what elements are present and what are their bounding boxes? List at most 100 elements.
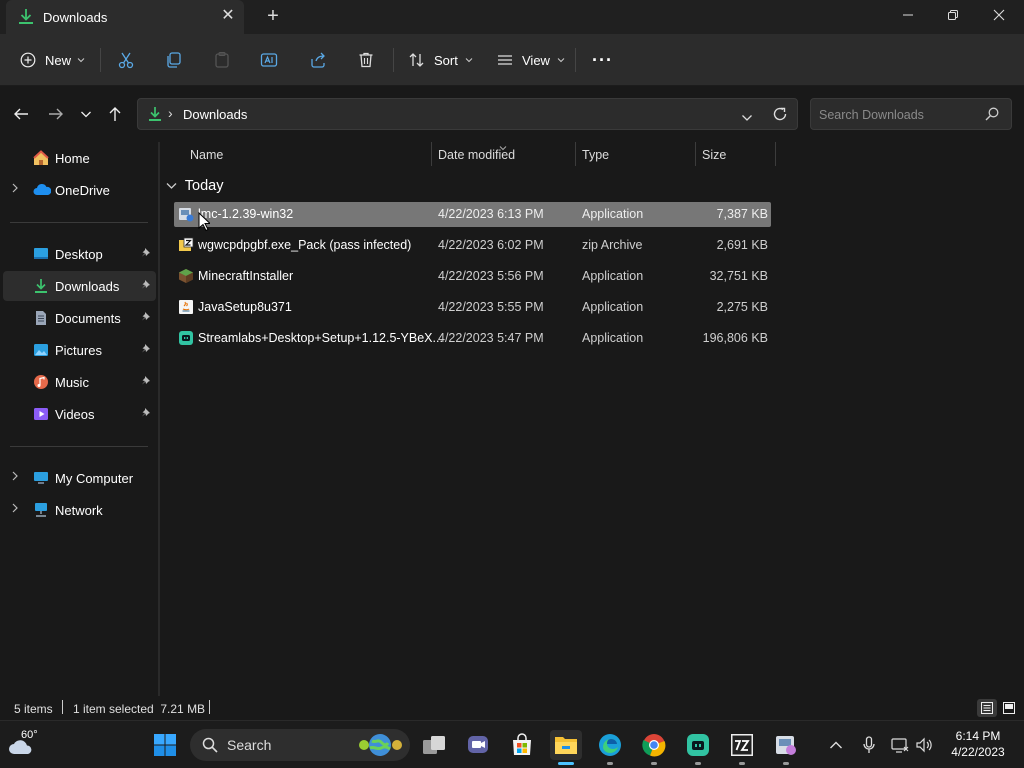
column-divider[interactable] (431, 142, 432, 166)
sidebar-item-desktop[interactable]: Desktop (3, 239, 156, 269)
pin-icon[interactable] (141, 407, 151, 420)
new-tab-button[interactable]: + (262, 6, 284, 28)
view-icon (498, 55, 512, 65)
chevron-right-icon[interactable] (12, 471, 18, 484)
scissors-icon (118, 52, 134, 69)
cut-button[interactable] (117, 47, 135, 73)
music-icon (33, 374, 49, 390)
search-icon[interactable] (985, 107, 999, 124)
clock-date: 4/22/2023 (951, 745, 1005, 759)
downloads-icon (33, 278, 49, 294)
delete-button[interactable] (357, 47, 375, 73)
installer-taskbar-button[interactable] (770, 730, 802, 765)
address-history-dropdown[interactable] (741, 110, 753, 125)
search-input[interactable] (819, 106, 979, 124)
file-row[interactable]: JavaSetup8u371 4/22/2023 5:55 PM Applica… (174, 295, 771, 320)
column-divider[interactable] (575, 142, 576, 166)
column-divider[interactable] (695, 142, 696, 166)
sidebar-item-documents[interactable]: Documents (3, 303, 156, 333)
column-header-size[interactable]: Size (702, 148, 726, 162)
start-button[interactable] (149, 730, 181, 760)
volume-button[interactable] (912, 730, 938, 760)
search-box[interactable] (810, 98, 1012, 130)
tab-close-icon[interactable]: ✕ (219, 7, 237, 25)
clock[interactable]: 6:14 PM 4/22/2023 (942, 728, 1014, 764)
taskbar-search[interactable]: Search (190, 729, 410, 761)
weather-widget[interactable]: 60° (8, 729, 48, 761)
teams-chat-button[interactable] (462, 730, 494, 760)
file-row[interactable]: MinecraftInstaller 4/22/2023 5:56 PM App… (174, 264, 771, 289)
file-date: 4/22/2023 5:56 PM (438, 269, 544, 283)
task-view-button[interactable] (418, 730, 450, 760)
share-button[interactable] (309, 47, 327, 73)
chevron-down-icon (81, 111, 91, 118)
column-header-type[interactable]: Type (582, 148, 609, 162)
sidebar-item-videos[interactable]: Videos (3, 399, 156, 429)
chrome-button[interactable] (638, 730, 670, 765)
command-bar: New Sort View ··· (0, 34, 1024, 86)
sidebar-item-onedrive[interactable]: OneDrive (3, 175, 156, 205)
new-button[interactable]: New (20, 47, 85, 73)
sidebar-item-pictures[interactable]: Pictures (3, 335, 156, 365)
7zip-button[interactable] (726, 730, 758, 765)
group-label: Today (184, 178, 224, 194)
sidebar-item-music[interactable]: Music (3, 367, 156, 397)
paste-button[interactable] (213, 47, 231, 73)
folder-icon (555, 737, 577, 754)
breadcrumb-downloads[interactable]: Downloads (183, 107, 247, 122)
sidebar-item-my-computer[interactable]: My Computer (3, 463, 156, 493)
running-indicator (739, 762, 745, 765)
pin-icon[interactable] (141, 375, 151, 388)
microphone-button[interactable] (855, 730, 883, 760)
chevron-right-icon[interactable] (12, 503, 18, 516)
edge-button[interactable] (594, 730, 626, 765)
forward-button[interactable] (44, 104, 68, 124)
tab-downloads[interactable]: Downloads ✕ (6, 0, 244, 34)
up-button[interactable] (103, 104, 127, 124)
pin-icon[interactable] (141, 311, 151, 324)
file-row[interactable]: Streamlabs+Desktop+Setup+1.12.5-YBeX... … (174, 326, 771, 351)
running-indicator (783, 762, 789, 765)
sort-button[interactable]: Sort (408, 47, 473, 73)
address-row: › Downloads (0, 86, 1024, 142)
store-icon (513, 733, 531, 755)
details-view-button[interactable] (977, 699, 997, 717)
item-count: 5 items (14, 702, 53, 716)
file-size: 32,751 KB (709, 269, 768, 283)
zip-archive-icon (178, 237, 194, 253)
group-header-today[interactable]: Today (166, 178, 223, 194)
chevron-right-icon[interactable] (12, 183, 18, 196)
column-header-name[interactable]: Name (190, 148, 223, 162)
column-header-date[interactable]: Date modified (438, 148, 515, 162)
restore-button[interactable] (930, 0, 976, 30)
view-button[interactable]: View (497, 47, 565, 73)
sidebar-item-network[interactable]: Network (3, 495, 156, 525)
pin-icon[interactable] (141, 343, 151, 356)
close-window-button[interactable] (976, 0, 1022, 30)
sidebar-item-home[interactable]: Home (3, 143, 156, 173)
show-hidden-icons-button[interactable] (822, 730, 850, 760)
chevron-up-icon (830, 741, 842, 749)
pin-icon[interactable] (141, 279, 151, 292)
desktop-icon (33, 246, 49, 262)
file-explorer-taskbar-button[interactable] (550, 730, 582, 765)
streamlabs-taskbar-button[interactable] (682, 730, 714, 765)
refresh-button[interactable] (772, 106, 788, 125)
file-row[interactable]: lmc-1.2.39-win32 4/22/2023 6:13 PM Appli… (174, 202, 771, 227)
minimize-button[interactable] (885, 0, 931, 30)
recent-locations-button[interactable] (74, 104, 98, 124)
file-name: Streamlabs+Desktop+Setup+1.12.5-YBeX... (198, 331, 443, 345)
pin-icon[interactable] (141, 247, 151, 260)
rename-button[interactable] (260, 47, 278, 73)
network-status-button[interactable] (886, 730, 914, 760)
microsoft-store-button[interactable] (506, 730, 538, 760)
column-divider[interactable] (775, 142, 776, 166)
sidebar-item-downloads[interactable]: Downloads (3, 271, 156, 301)
back-button[interactable] (9, 104, 33, 124)
file-row[interactable]: wgwcpdpgbf.exe_Pack (pass infected) 4/22… (174, 233, 771, 258)
tiles-view-button[interactable] (1000, 699, 1018, 717)
more-options-button[interactable]: ··· (592, 47, 613, 73)
view-label: View (522, 52, 550, 68)
copy-button[interactable] (165, 47, 183, 73)
address-bar[interactable]: › Downloads (137, 98, 798, 130)
